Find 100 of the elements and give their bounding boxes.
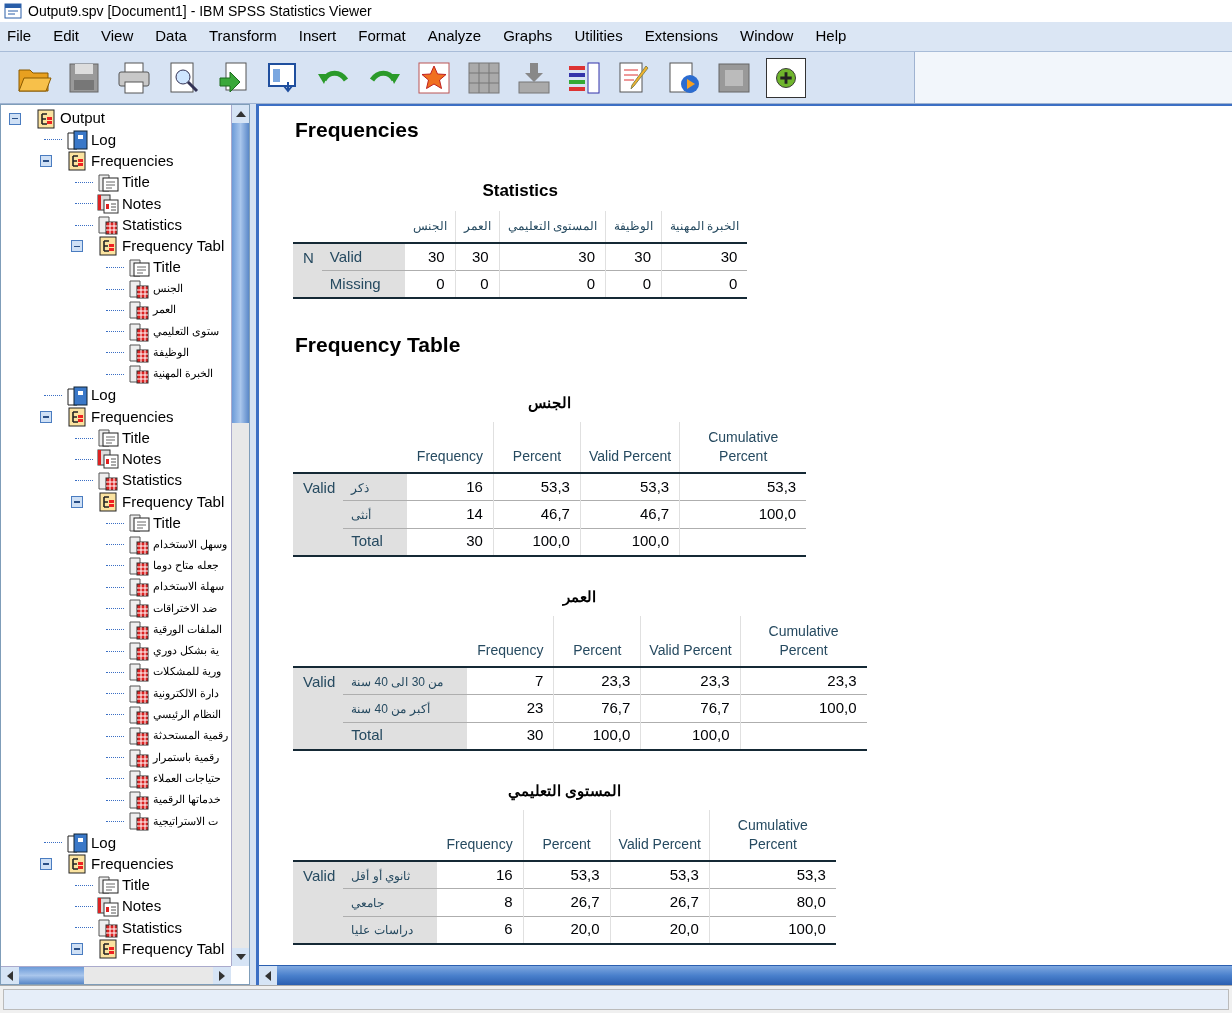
table-cell: 100,0 bbox=[631, 532, 670, 550]
column-header: Percent bbox=[572, 641, 623, 660]
menu-item[interactable]: Edit bbox=[47, 24, 86, 49]
tree-item[interactable]: Statistics bbox=[122, 469, 182, 492]
menu-item[interactable]: Analyze bbox=[421, 24, 488, 49]
document-play-icon[interactable] bbox=[666, 59, 702, 96]
tree-item[interactable]: حتياجات العملاء bbox=[153, 770, 221, 787]
scroll-left-icon[interactable] bbox=[265, 970, 271, 981]
tree-item[interactable]: Frequency Tabl bbox=[122, 235, 225, 258]
table-cell: 30 bbox=[634, 247, 652, 265]
table-page-icon bbox=[97, 215, 119, 236]
tree-item[interactable]: Notes bbox=[122, 448, 162, 471]
tree-item[interactable]: الوظيفة bbox=[153, 345, 189, 361]
table-cell: 23,3 bbox=[700, 671, 730, 689]
column-header: العمر bbox=[463, 218, 491, 235]
title-page-icon bbox=[97, 428, 119, 449]
tree-item[interactable]: Title bbox=[122, 426, 150, 450]
tree-item[interactable]: الجنس bbox=[153, 281, 183, 297]
tree-item[interactable]: دارة الالكترونية bbox=[153, 685, 219, 702]
table-cell: 100,0 bbox=[692, 726, 730, 744]
table-page-icon bbox=[97, 917, 119, 938]
table-page-icon bbox=[128, 662, 150, 683]
tree-item[interactable]: سهلة الاستخدام bbox=[153, 579, 224, 596]
tree-item[interactable]: الخبرة المهنية bbox=[153, 366, 213, 383]
tree-item[interactable]: Frequencies bbox=[91, 405, 174, 429]
tree-item[interactable]: Frequencies bbox=[91, 150, 174, 173]
menu-item[interactable]: Help bbox=[809, 24, 853, 49]
horizontal-scrollbar[interactable] bbox=[259, 965, 1232, 985]
tree-item[interactable]: الملفات الورقية bbox=[153, 621, 222, 638]
table-cell: 30 bbox=[720, 247, 738, 265]
menu-item[interactable]: Graphs bbox=[497, 24, 559, 49]
tree-item[interactable]: وسهل الاستخدام bbox=[153, 536, 227, 553]
heading-book-icon bbox=[66, 854, 88, 875]
add-icon[interactable] bbox=[766, 57, 806, 98]
tree-item[interactable]: رقمية باستمرار bbox=[153, 749, 219, 766]
tree-item[interactable]: Title bbox=[153, 512, 181, 535]
menu-item[interactable]: Extensions bbox=[638, 24, 725, 49]
menu-item[interactable]: Utilities bbox=[568, 24, 629, 49]
tree-item[interactable]: العمر bbox=[153, 302, 176, 319]
tree-item[interactable]: ستوى التعليمي bbox=[153, 323, 219, 340]
table-cell: 100,0 bbox=[532, 532, 570, 550]
menu-item[interactable]: Insert bbox=[292, 24, 343, 49]
menu-item[interactable]: Data bbox=[149, 24, 193, 49]
tree-item[interactable]: خدماتها الرقمية bbox=[153, 792, 221, 808]
tree-item[interactable]: ت الاستراتيجية bbox=[153, 813, 218, 830]
tree-item[interactable]: Statistics bbox=[122, 213, 182, 237]
table-page-icon bbox=[128, 279, 150, 299]
collapse-icon[interactable] bbox=[71, 943, 83, 956]
collapse-icon[interactable] bbox=[40, 410, 52, 423]
collapse-icon[interactable] bbox=[71, 240, 83, 253]
menu-item[interactable]: View bbox=[95, 24, 140, 49]
scroll-right-icon[interactable] bbox=[219, 970, 225, 981]
tree-item[interactable]: Frequency Tabl bbox=[122, 938, 225, 961]
collapse-icon[interactable] bbox=[71, 496, 83, 508]
table-page-icon bbox=[128, 768, 150, 789]
tree-item[interactable]: النظام الرئيسي bbox=[153, 707, 221, 723]
table-cell: 53,3 bbox=[669, 865, 699, 883]
log-book-icon bbox=[66, 832, 88, 853]
tree-item[interactable]: Frequencies bbox=[91, 852, 174, 876]
scroll-left-icon[interactable] bbox=[7, 970, 13, 981]
tree-item[interactable]: ورية للمشكلات bbox=[153, 664, 221, 681]
collapse-icon[interactable] bbox=[9, 112, 21, 125]
tree-item[interactable]: Notes bbox=[122, 192, 162, 216]
column-header: الجنس bbox=[412, 218, 447, 235]
tree-item[interactable]: Log bbox=[91, 831, 117, 854]
tree-item[interactable]: Title bbox=[122, 171, 150, 194]
table-cell: 0 bbox=[642, 274, 652, 292]
tree-item[interactable]: Frequency Tabl bbox=[122, 490, 225, 514]
tree-item[interactable]: Log bbox=[91, 128, 117, 152]
scroll-up-icon[interactable] bbox=[235, 111, 246, 117]
tree-item[interactable]: ضد الاختراقات bbox=[153, 600, 217, 617]
table-cell: 30 bbox=[526, 726, 544, 744]
table-cell: 0 bbox=[586, 274, 596, 292]
printer-icon[interactable] bbox=[116, 59, 152, 96]
tree-item[interactable]: Notes bbox=[122, 895, 162, 918]
notes-icon bbox=[97, 449, 119, 470]
tree-item[interactable]: Title bbox=[122, 874, 150, 897]
table-cell: 100,0 bbox=[788, 920, 826, 938]
menu-item[interactable]: Transform bbox=[202, 24, 283, 49]
tree-item[interactable]: Log bbox=[91, 384, 117, 407]
tree-item[interactable]: رقمية المستحدثة bbox=[153, 728, 228, 745]
table-page-icon bbox=[128, 342, 150, 363]
vertical-scrollbar[interactable] bbox=[231, 105, 249, 966]
menu-item[interactable]: File bbox=[1, 24, 38, 49]
tree-item[interactable]: ية بشكل دوري bbox=[153, 643, 219, 659]
collapse-icon[interactable] bbox=[40, 155, 52, 168]
collapse-icon[interactable] bbox=[40, 858, 52, 871]
tree-item[interactable]: Output bbox=[60, 107, 106, 130]
bars-icon[interactable] bbox=[566, 59, 602, 96]
tree-item[interactable]: Statistics bbox=[122, 916, 182, 940]
tree-item[interactable]: Title bbox=[153, 256, 181, 279]
column-header: Frequency bbox=[476, 641, 545, 660]
tree-item[interactable]: جعله متاح دوما bbox=[153, 558, 219, 574]
menu-item[interactable]: Format bbox=[352, 24, 412, 49]
table-cell: 23 bbox=[526, 699, 544, 716]
column-header: Cumulative Percent bbox=[736, 816, 809, 854]
grid-icon[interactable] bbox=[466, 59, 502, 96]
scroll-down-icon[interactable] bbox=[235, 954, 246, 960]
menu-item[interactable]: Window bbox=[734, 24, 800, 49]
horizontal-scrollbar[interactable] bbox=[1, 966, 231, 984]
